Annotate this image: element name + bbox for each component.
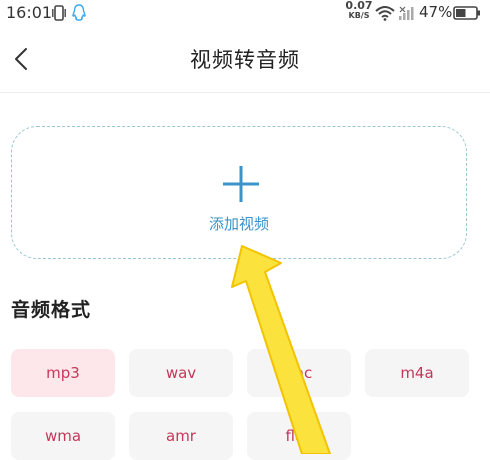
battery-icon: [453, 6, 480, 20]
format-option-wav[interactable]: wav: [129, 349, 233, 397]
page-title: 视频转音频: [190, 48, 300, 72]
wifi-icon: [375, 6, 395, 21]
network-speed-unit: KB/S: [348, 11, 370, 20]
vibrate-icon: [52, 5, 66, 21]
format-option-flac[interactable]: flac: [247, 412, 351, 460]
add-video-button[interactable]: 添加视频: [11, 126, 467, 259]
format-option-m4a[interactable]: m4a: [365, 349, 469, 397]
network-speed: 0.07 KB/S: [343, 0, 375, 21]
network-speed-value: 0.07: [345, 0, 373, 12]
format-option-mp3[interactable]: mp3: [11, 349, 115, 397]
qq-icon: [72, 4, 86, 21]
audio-format-title: 音频格式: [11, 299, 92, 321]
battery-percent: 47%: [419, 3, 453, 21]
plus-icon: [223, 166, 259, 202]
signal-icon: [399, 6, 414, 20]
format-option-wma[interactable]: wma: [11, 412, 115, 460]
format-option-aac[interactable]: aac: [247, 349, 351, 397]
status-bar: 16:01 0.07 KB/S 47%: [0, 0, 490, 26]
page-header: 视频转音频: [0, 26, 490, 93]
format-option-amr[interactable]: amr: [129, 412, 233, 460]
status-time: 16:01: [6, 3, 53, 22]
add-video-label: 添加视频: [208, 215, 269, 233]
